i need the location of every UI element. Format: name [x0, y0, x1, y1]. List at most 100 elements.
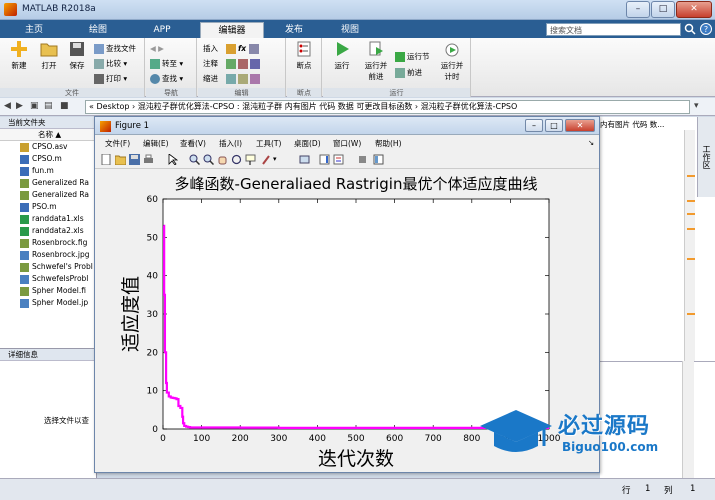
hide-plot-tools-icon[interactable] [357, 154, 368, 165]
open-button[interactable]: 打开 [34, 40, 64, 85]
window-title: MATLAB R2018a [22, 4, 96, 14]
tab-editor[interactable]: 编辑器 [200, 22, 264, 38]
comment-button[interactable]: 注释 [203, 57, 218, 70]
run-time-button[interactable]: 运行并 计时 [435, 40, 469, 85]
file-list-item[interactable]: randdata1.xls [0, 213, 96, 225]
minimize-button[interactable]: – [626, 1, 650, 18]
code-analyzer-mark[interactable] [687, 228, 695, 230]
current-folder-path[interactable]: « Desktop › 混沌粒子群优化算法-CPSO : 混沌粒子群 内有图片 … [85, 100, 690, 114]
figure-close-button[interactable]: ✕ [565, 119, 595, 132]
menu-desktop[interactable]: 桌面(D) [294, 138, 321, 149]
rotate-3d-icon[interactable] [231, 154, 242, 165]
code-analyzer-mark[interactable] [687, 200, 695, 202]
compare-button[interactable]: 比较 ▾ [94, 57, 127, 70]
help-icon[interactable]: ? [700, 23, 712, 35]
find-files-icon [94, 44, 104, 54]
search-placeholder: 搜索文档 [550, 26, 582, 35]
indent-button[interactable]: 缩进 [203, 72, 218, 85]
forward-arrow-icon[interactable]: ▶ [16, 101, 23, 111]
up-folder-icon[interactable]: ▣ [30, 101, 39, 111]
back-forward-button[interactable]: ◀ ▶ [150, 42, 164, 55]
back-arrow-icon[interactable]: ◀ [4, 101, 11, 111]
open-file-icon[interactable] [115, 154, 126, 165]
goto-button[interactable]: 转至 ▾ [150, 57, 183, 70]
file-type-icon [20, 274, 29, 284]
advance-button[interactable]: 前进 [395, 66, 422, 79]
code-analyzer-mark[interactable] [687, 313, 695, 315]
search-icon[interactable] [684, 23, 696, 35]
edit-icons-row3[interactable] [226, 72, 262, 85]
menu-edit[interactable]: 编辑(E) [143, 138, 169, 149]
file-type-icon [20, 238, 29, 248]
find-button[interactable]: 查找 ▾ [150, 72, 183, 85]
menu-file[interactable]: 文件(F) [105, 138, 130, 149]
search-documentation-input[interactable]: 搜索文档 [546, 23, 681, 36]
menubar-arrow-icon[interactable]: ↘ [588, 138, 594, 147]
path-dropdown-icon[interactable]: ▾ [694, 101, 699, 111]
breakpoints-button[interactable]: 断点 [289, 40, 319, 85]
figure-maximize-button[interactable]: □ [545, 119, 563, 132]
zoom-out-icon[interactable] [203, 154, 214, 165]
menu-help[interactable]: 帮助(H) [375, 138, 402, 149]
tab-plots[interactable]: 绘图 [70, 22, 126, 38]
file-list-item[interactable]: fun.m [0, 165, 96, 177]
file-list-item[interactable]: randdata2.xls [0, 225, 96, 237]
figure-minimize-button[interactable]: – [525, 119, 543, 132]
show-plot-tools-icon[interactable] [373, 154, 384, 165]
save-figure-icon[interactable] [129, 154, 140, 165]
file-list-item[interactable]: CPSO.asv [0, 141, 96, 153]
browse-folder-icon[interactable]: ▤ [44, 101, 53, 111]
name-column-header[interactable]: 名称 ▲ [0, 129, 96, 141]
zoom-in-icon[interactable] [189, 154, 200, 165]
edit-icons-row1[interactable]: fx [226, 42, 261, 55]
run-button[interactable]: 运行 [327, 40, 357, 85]
file-list: CPSO.asv CPSO.m fun.m Generalized Ra General… [0, 141, 96, 309]
tab-apps[interactable]: APP [134, 22, 190, 38]
workspace-panel-tab[interactable]: 工作区 [697, 117, 715, 197]
tab-home[interactable]: 主页 [6, 22, 62, 38]
menu-insert[interactable]: 插入(I) [219, 138, 242, 149]
x-tick-label: 700 [425, 434, 442, 444]
maximize-button[interactable]: □ [651, 1, 675, 18]
pan-hand-icon[interactable] [217, 154, 228, 165]
menu-view[interactable]: 查看(V) [180, 138, 206, 149]
editor-scrollbar[interactable] [684, 130, 695, 361]
insert-colorbar-icon[interactable] [319, 154, 330, 165]
file-list-item[interactable]: CPSO.m [0, 153, 96, 165]
new-button[interactable]: 新建 [4, 40, 34, 85]
file-list-item[interactable]: Rosenbrock.fig [0, 237, 96, 249]
run-section-button[interactable]: 运行节 [395, 50, 430, 63]
print-button[interactable]: 打印 ▾ [94, 72, 127, 85]
menu-tools[interactable]: 工具(T) [256, 138, 281, 149]
insert-legend-icon[interactable] [333, 154, 344, 165]
find-files-button[interactable]: 查找文件 [94, 42, 136, 55]
file-list-item[interactable]: Spher Model.fi [0, 285, 96, 297]
pointer-arrow-icon[interactable] [167, 154, 178, 165]
new-figure-icon[interactable] [101, 154, 112, 165]
file-list-item[interactable]: Generalized Ra [0, 177, 96, 189]
figure-title-bar[interactable]: Figure 1 – □ ✕ [95, 117, 599, 135]
file-list-item[interactable]: Rosenbrock.jpg [0, 249, 96, 261]
file-list-item[interactable]: PSO.m [0, 201, 96, 213]
save-button[interactable]: 保存 [62, 40, 92, 85]
edit-icons-row2[interactable] [226, 57, 262, 70]
code-analyzer-mark[interactable] [687, 258, 695, 260]
file-list-item[interactable]: SchwefelsProbl [0, 273, 96, 285]
link-plot-icon[interactable] [299, 154, 310, 165]
file-list-item[interactable]: Schwefel's Probl [0, 261, 96, 273]
close-button[interactable]: ✕ [676, 1, 712, 18]
print-figure-icon[interactable] [143, 154, 154, 165]
menu-window[interactable]: 窗口(W) [333, 138, 361, 149]
brush-icon[interactable] [261, 154, 272, 165]
code-analyzer-mark[interactable] [687, 213, 695, 215]
insert-func-icon [248, 44, 259, 54]
data-cursor-icon[interactable] [245, 154, 256, 165]
tab-view[interactable]: 视图 [322, 22, 378, 38]
run-advance-button[interactable]: 运行并 前进 [359, 40, 393, 85]
tab-publish[interactable]: 发布 [266, 22, 322, 38]
file-list-item[interactable]: Spher Model.jp [0, 297, 96, 309]
file-list-item[interactable]: Generalized Ra [0, 189, 96, 201]
code-analyzer-mark[interactable] [687, 175, 695, 177]
brush-dropdown-icon[interactable]: ▾ [273, 155, 284, 166]
insert-button[interactable]: 插入 [203, 42, 218, 55]
